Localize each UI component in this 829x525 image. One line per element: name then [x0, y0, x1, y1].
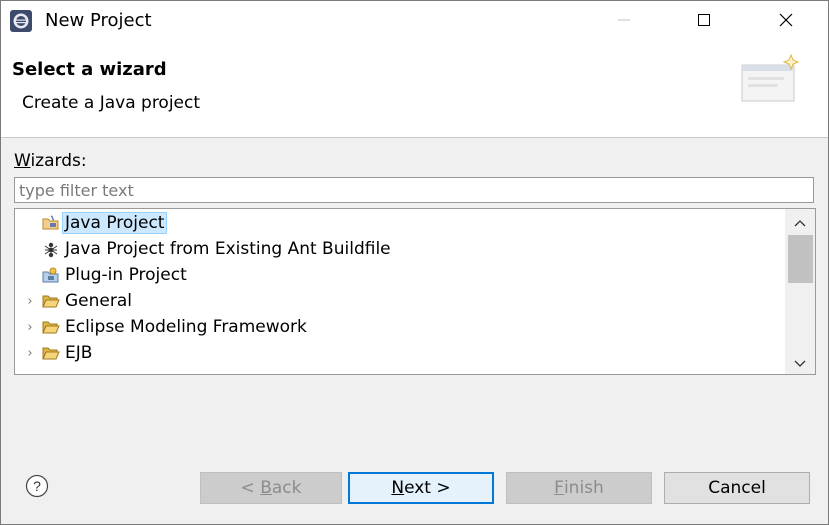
back-button-prefix: < [240, 478, 261, 498]
close-icon [779, 12, 793, 31]
expand-emf-chevron-icon[interactable]: › [24, 315, 36, 339]
minimize-icon [617, 12, 631, 31]
ant-icon [42, 240, 60, 258]
scroll-thumb[interactable] [788, 235, 813, 283]
tree-item-label: Java Project [62, 212, 168, 234]
page-description: Create a Java project [22, 93, 201, 113]
cancel-button[interactable]: Cancel [664, 472, 810, 504]
back-button-mnemonic: B [260, 478, 272, 498]
scroll-down-button[interactable] [785, 350, 815, 374]
window-title: New Project [45, 10, 152, 31]
filter-input[interactable] [14, 177, 814, 203]
help-icon: ? [25, 474, 49, 498]
finish-button-mnemonic: F [554, 478, 564, 498]
wizard-banner-icon [739, 51, 805, 105]
tree-item-java-project[interactable]: Java Project [42, 211, 168, 235]
folder-icon [42, 292, 60, 310]
tree-item-eclipse-modeling-framework[interactable]: Eclipse Modeling Framework [42, 315, 307, 339]
minimize-button[interactable] [601, 1, 647, 41]
chevron-up-icon [794, 212, 806, 231]
wizard-tree[interactable]: Java Project Java Project from Existing … [14, 208, 816, 375]
finish-button[interactable]: Finish [506, 472, 652, 504]
wizards-label-mnemonic: W [14, 151, 31, 171]
finish-button-rest: inish [563, 478, 604, 498]
folder-icon [42, 318, 60, 336]
scroll-up-button[interactable] [785, 209, 815, 233]
expand-general-chevron-icon[interactable]: › [24, 289, 36, 313]
tree-item-plugin-project[interactable]: Plug-in Project [42, 263, 187, 287]
close-button[interactable] [763, 1, 809, 41]
title-bar: New Project [1, 1, 828, 41]
wizard-header: Select a wizard Create a Java project [1, 41, 828, 138]
java-project-icon [42, 214, 60, 232]
back-button-rest: ack [271, 478, 302, 498]
maximize-button[interactable] [681, 1, 727, 41]
wizards-label-rest: izards: [30, 151, 87, 171]
chevron-down-icon [794, 353, 806, 372]
plugin-project-icon [42, 266, 60, 284]
tree-scrollbar[interactable] [785, 209, 815, 374]
eclipse-app-icon [10, 10, 32, 32]
next-button[interactable]: Next > [348, 472, 494, 504]
new-project-dialog: New Project Select a wizard Create a Jav… [0, 0, 829, 525]
tree-item-label: General [65, 291, 132, 311]
folder-icon [42, 344, 60, 362]
tree-item-ejb[interactable]: EJB [42, 341, 92, 365]
back-button[interactable]: < Back [200, 472, 342, 504]
expand-ejb-chevron-icon[interactable]: › [24, 341, 36, 365]
page-title: Select a wizard [12, 59, 167, 80]
tree-item-ant-buildfile[interactable]: Java Project from Existing Ant Buildfile [42, 237, 391, 261]
tree-item-label: EJB [65, 343, 93, 363]
tree-item-label: Eclipse Modeling Framework [65, 317, 307, 337]
tree-item-label: Java Project from Existing Ant Buildfile [65, 239, 391, 259]
next-button-mnemonic: N [391, 478, 405, 498]
wizards-label: Wizards: [14, 150, 87, 172]
maximize-icon [697, 12, 711, 31]
svg-text:?: ? [33, 478, 41, 494]
tree-item-label: Plug-in Project [65, 265, 187, 285]
next-button-rest: ext > [404, 478, 451, 498]
cancel-button-label: Cancel [708, 478, 766, 498]
help-button[interactable]: ? [25, 474, 49, 498]
tree-item-general[interactable]: General [42, 289, 132, 313]
